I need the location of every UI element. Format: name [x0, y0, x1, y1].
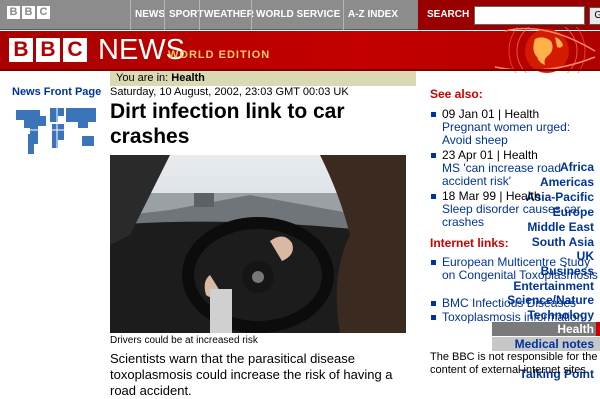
globe-icon [494, 27, 596, 73]
logo-letter: B [36, 38, 60, 62]
nav-link-weather[interactable]: WEATHER [199, 0, 254, 30]
edition-label: WORLD EDITION [168, 49, 271, 61]
logo-letter: C [63, 38, 87, 62]
breadcrumb-prefix: You are in: [116, 72, 169, 84]
see-also-item: 09 Jan 01 | Health Pregnant women urged:… [430, 108, 600, 147]
see-also-heading: See also: [430, 87, 483, 101]
see-also-link[interactable]: Pregnant women urged: Avoid sheep [430, 121, 600, 147]
nav-item-health[interactable]: Health [492, 322, 600, 336]
internet-link[interactable]: BMC Infectious Diseases [430, 297, 600, 310]
search-input[interactable] [474, 6, 585, 25]
search-label: SEARCH [427, 9, 470, 20]
news-front-page-link[interactable]: News Front Page [12, 86, 101, 98]
article-dateline: Saturday, 10 August, 2002, 23:03 GMT 00:… [110, 86, 349, 98]
go-button[interactable]: Go [589, 7, 600, 25]
internet-link[interactable]: European Multicentre Study on Congenital… [430, 256, 600, 282]
bbc-logo-small[interactable]: B B C [7, 6, 50, 19]
nav-link-a-z-index[interactable]: A-Z INDEX [343, 0, 398, 30]
nav-link-sport[interactable]: SPORT [164, 0, 203, 30]
breadcrumb: You are in: Health [110, 71, 416, 86]
article-photo [110, 155, 406, 333]
see-also-meta: 23 Apr 01 | Health [430, 149, 600, 162]
see-also-panel: See also: [430, 87, 600, 101]
world-map-icon[interactable] [12, 102, 102, 158]
breadcrumb-section-link[interactable]: Health [171, 72, 205, 84]
top-navigation-bar: B B C NEWS SPORT WEATHER WORLD SERVICE A… [0, 0, 600, 30]
nav-item-medical-notes[interactable]: Medical notes [492, 337, 600, 351]
article-intro: Scientists warn that the parasitical dis… [110, 351, 393, 398]
photo-caption: Drivers could be at increased risk [110, 335, 258, 346]
article-headline: Dirt infection link to car crashes [110, 100, 345, 148]
see-also-item: 18 Mar 99 | Health Sleep disorder causes… [430, 190, 600, 229]
see-also-meta: 09 Jan 01 | Health [430, 108, 600, 121]
logo-letter: C [37, 6, 50, 19]
see-also-link[interactable]: MS 'can increase road accident risk' [430, 162, 600, 188]
nav-link-news[interactable]: NEWS [130, 0, 165, 30]
internet-link[interactable]: Toxoplasmosis information [430, 311, 600, 324]
search-area: SEARCH Go [418, 0, 600, 30]
see-also-meta: 18 Mar 99 | Health [430, 190, 600, 203]
nav-link-world-service[interactable]: WORLD SERVICE [251, 0, 340, 30]
logo-letter: B [9, 38, 33, 62]
logo-letter: B [22, 6, 35, 19]
masthead-banner: B B C NEWS WORLD EDITION [0, 27, 600, 73]
internet-links-heading: Internet links: [430, 236, 509, 250]
bbc-logo[interactable]: B B C [9, 38, 87, 62]
logo-letter: B [7, 6, 20, 19]
see-also-item: 23 Apr 01 | Health MS 'can increase road… [430, 149, 600, 188]
car-interior-image [110, 155, 406, 333]
external-sites-disclaimer: The BBC is not responsible for the conte… [430, 351, 598, 376]
see-also-link[interactable]: Sleep disorder causes car crashes [430, 203, 600, 229]
